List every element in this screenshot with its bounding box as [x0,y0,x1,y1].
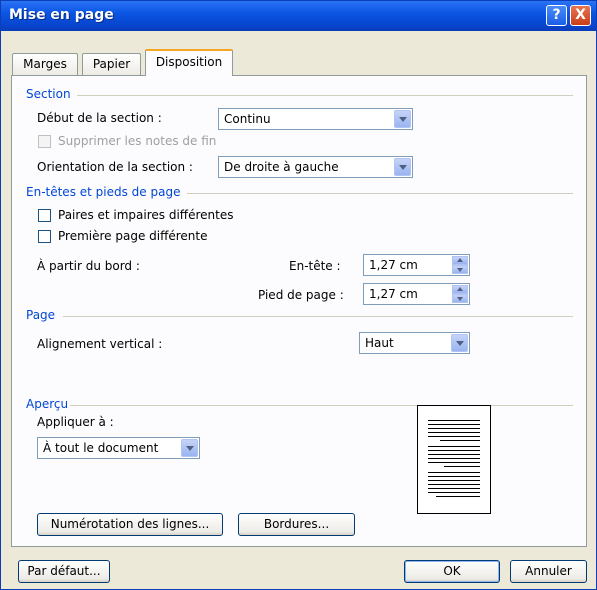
apply-to-value: À tout le document [43,441,159,455]
section-start-label: Début de la section : [37,111,162,125]
page-divider [63,316,573,317]
preview-line [428,476,480,477]
header-distance-label: En-tête : [289,259,341,273]
spin-down-icon[interactable] [452,294,468,303]
ok-button[interactable]: OK [404,560,500,583]
dialog-title: Mise en page [9,7,114,23]
chevron-down-icon[interactable] [181,439,198,457]
preview-line [428,420,480,421]
preview-line [428,432,480,433]
preview-line [444,466,480,467]
header-distance-spinner[interactable]: 1,27 cm [363,254,470,276]
first-page-checkbox[interactable] [38,230,51,243]
section-start-select[interactable]: Continu [218,108,413,130]
header-distance-value: 1,27 cm [369,258,418,272]
title-bar[interactable]: Mise en page ? X [1,1,596,31]
vertical-alignment-value: Haut [365,336,394,350]
preview-line [428,458,480,459]
section-orientation-select[interactable]: De droite à gauche [218,156,413,178]
odd-even-label: Paires et impaires différentes [58,208,234,222]
preview-line [428,484,480,485]
page-setup-dialog: Mise en page ? X Marges Papier Dispositi… [0,0,597,590]
tab-papier[interactable]: Papier [82,53,141,75]
suppress-endnotes-checkbox[interactable] [38,135,51,148]
preview-line [428,492,480,493]
spin-up-icon[interactable] [452,285,468,294]
preview-line [428,436,480,437]
preview-line [428,480,480,481]
help-icon[interactable]: ? [546,5,567,26]
suppress-endnotes-label: Supprimer les notes de fin [58,134,217,148]
preview-group-title: Aperçu [26,397,69,411]
cancel-button[interactable]: Annuler [510,560,587,583]
spin-up-icon[interactable] [452,256,468,265]
odd-even-checkbox[interactable] [38,209,51,222]
preview-line [436,496,480,497]
borders-button[interactable]: Bordures... [238,513,355,536]
vertical-alignment-label: Alignement vertical : [37,337,163,351]
section-start-value: Continu [224,112,271,126]
preview-line [428,446,480,447]
apply-to-select[interactable]: À tout le document [37,437,200,459]
default-button[interactable]: Par défaut... [18,560,110,583]
vertical-alignment-select[interactable]: Haut [359,332,470,354]
preview-line [428,428,480,429]
spinner-buttons[interactable] [452,285,468,303]
preview-line [428,472,480,473]
preview-line [428,450,480,451]
chevron-down-icon[interactable] [451,334,468,352]
preview-divider [70,405,573,406]
section-orientation-value: De droite à gauche [224,160,339,174]
preview-line [428,488,480,489]
chevron-down-icon[interactable] [394,110,411,128]
spinner-buttons[interactable] [452,256,468,274]
section-group-title: Section [26,87,71,101]
headers-divider [187,193,573,194]
headers-group-title: En-têtes et pieds de page [26,185,181,199]
page-preview [417,405,491,514]
tab-marges[interactable]: Marges [12,53,78,75]
spin-down-icon[interactable] [452,265,468,274]
tab-disposition[interactable]: Disposition [145,49,233,76]
close-icon[interactable]: X [570,5,591,26]
section-orientation-label: Orientation de la section : [37,160,193,174]
from-edge-label: À partir du bord : [37,259,140,273]
preview-line [440,440,480,441]
preview-line [428,424,480,425]
first-page-label: Première page différente [58,229,208,243]
apply-to-label: Appliquer à : [37,415,114,429]
preview-line [428,462,480,463]
page-group-title: Page [26,308,56,322]
footer-distance-value: 1,27 cm [369,287,418,301]
chevron-down-icon[interactable] [394,158,411,176]
footer-distance-spinner[interactable]: 1,27 cm [363,283,470,305]
footer-distance-label: Pied de page : [258,288,344,302]
section-divider [77,95,573,96]
line-numbering-button[interactable]: Numérotation des lignes... [37,513,223,536]
preview-line [428,454,480,455]
